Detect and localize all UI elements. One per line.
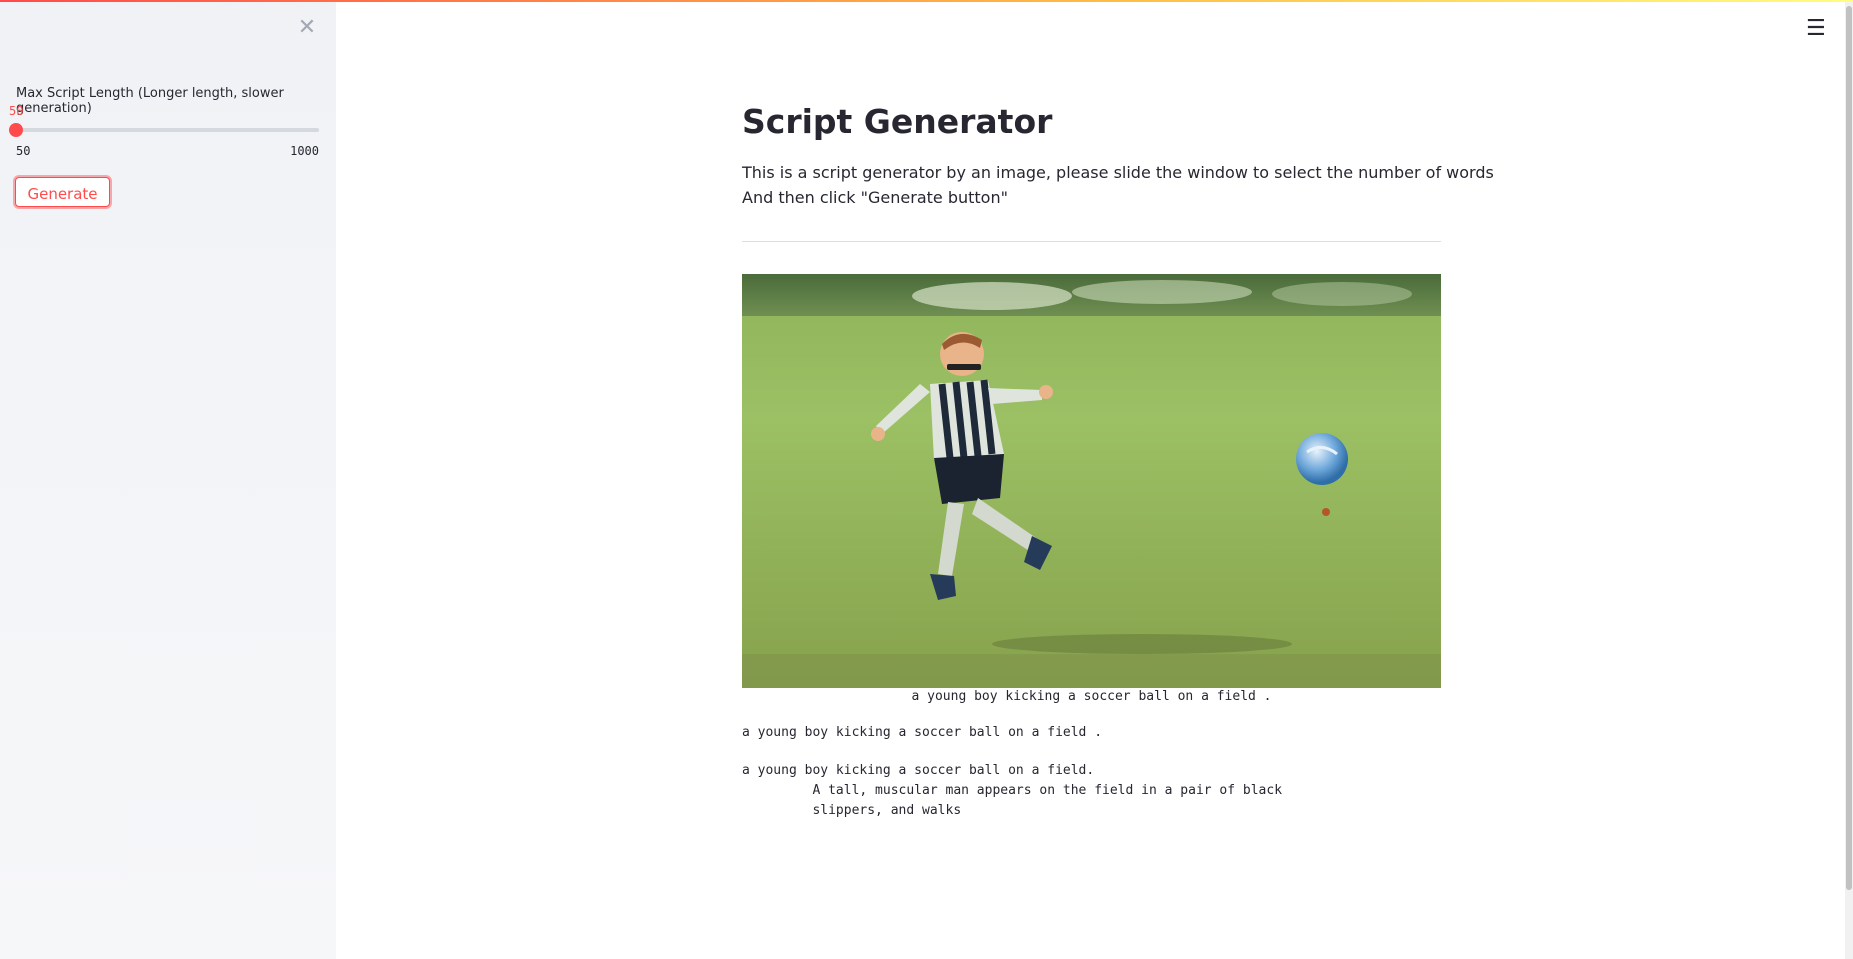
image-caption: a young boy kicking a soccer ball on a f… (911, 689, 1272, 704)
close-icon[interactable]: ✕ (296, 17, 318, 39)
slider-thumb[interactable] (9, 123, 23, 137)
generated-caption-text: a young boy kicking a soccer ball on a f… (742, 725, 1103, 740)
script-line-1: a young boy kicking a soccer ball on a f… (742, 763, 1095, 778)
script-line-3: slippers, and walks (742, 803, 962, 818)
uploaded-image (742, 274, 1441, 688)
slider-max-label: 1000 (290, 144, 319, 158)
description-line-1: This is a script generator by an image, … (742, 163, 1494, 182)
hamburger-menu-icon[interactable]: ☰ (1806, 16, 1826, 41)
generate-button[interactable]: Generate (15, 177, 110, 207)
description: This is a script generator by an image, … (742, 160, 1494, 210)
scrollbar[interactable] (1845, 2, 1853, 959)
max-length-slider[interactable] (9, 123, 319, 137)
page-title: Script Generator (742, 102, 1053, 141)
description-line-2: And then click "Generate button" (742, 188, 1008, 207)
divider (742, 241, 1441, 242)
slider-label: Max Script Length (Longer length, slower… (16, 86, 284, 116)
generated-script-text: a young boy kicking a soccer ball on a f… (742, 761, 1282, 821)
sidebar: ✕ Max Script Length (Longer length, slow… (0, 2, 336, 959)
script-line-2: A tall, muscular man appears on the fiel… (742, 783, 1283, 798)
scrollbar-thumb[interactable] (1846, 6, 1852, 890)
slider-current-value: 50 (9, 104, 24, 118)
slider-min-label: 50 (16, 144, 31, 158)
